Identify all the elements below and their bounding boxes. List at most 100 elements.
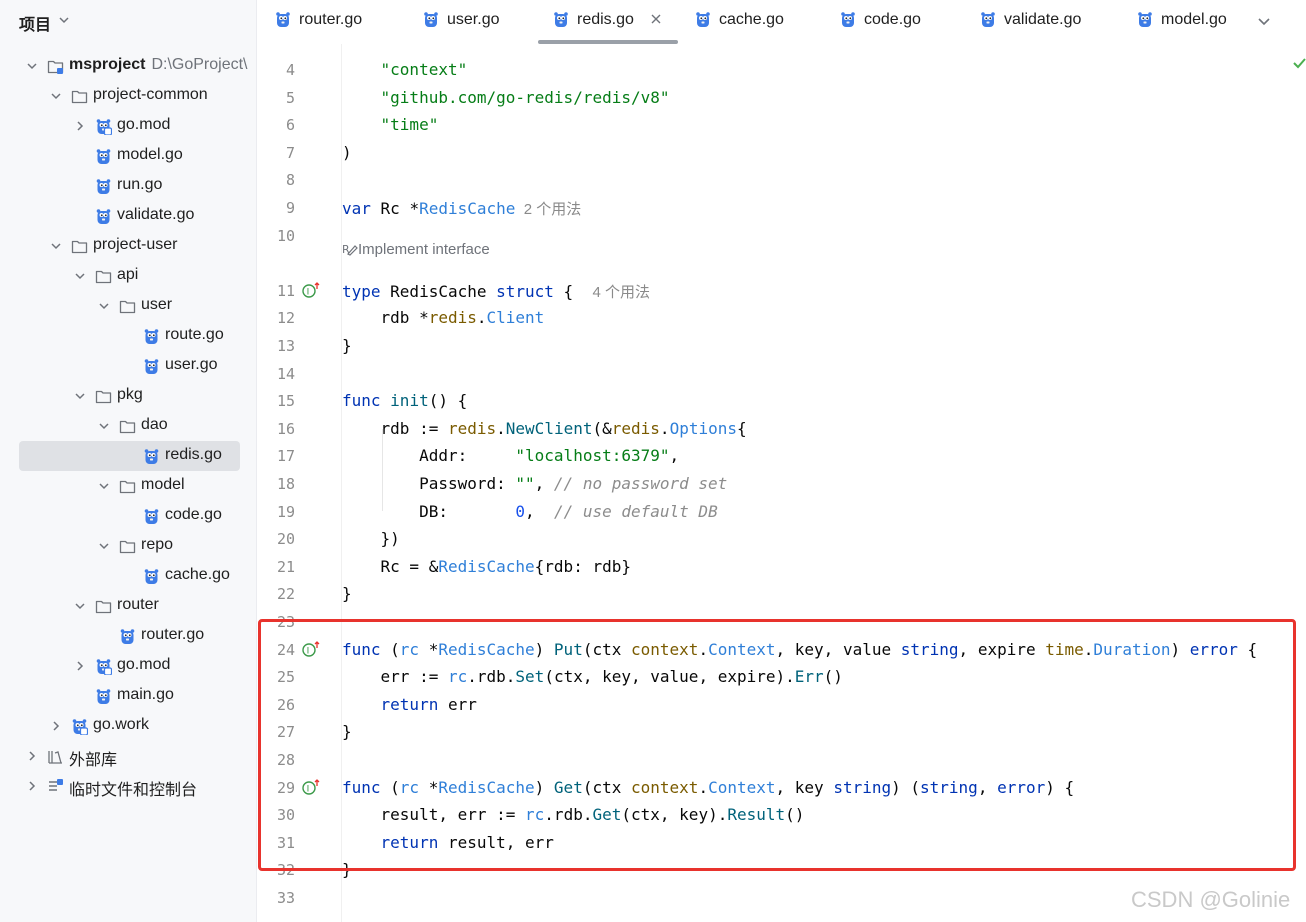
code-token: .	[476, 308, 487, 328]
chevron-down-icon[interactable]	[72, 598, 88, 614]
line-number: 6	[285, 116, 295, 135]
tree-item-label: code.go	[165, 506, 222, 524]
chevron-down-icon[interactable]	[96, 478, 112, 494]
usage-hint[interactable]: 2 个用法	[515, 201, 582, 218]
tab-label: validate.go	[1004, 11, 1082, 28]
code-line: type RedisCache struct { 4 个用法	[342, 281, 650, 302]
chevron-right-icon[interactable]	[24, 778, 40, 794]
chevron-right-icon[interactable]	[72, 658, 88, 674]
chevron-right-icon[interactable]	[72, 118, 88, 134]
close-icon[interactable]	[649, 12, 663, 26]
check-icon	[1293, 58, 1306, 69]
tree-item-label: redis.go	[165, 446, 222, 464]
gowork-file-icon	[72, 719, 88, 735]
code-token: 0	[515, 501, 526, 521]
tree-item[interactable]: go.mod	[0, 111, 256, 141]
tree-item[interactable]: user	[0, 291, 256, 321]
tree-item[interactable]: user.go	[0, 351, 256, 381]
tree-item[interactable]: project-common	[0, 81, 256, 111]
chevron-down-icon[interactable]	[24, 58, 40, 74]
code-token: )	[342, 142, 352, 162]
tree-item-text: code.go	[165, 506, 222, 523]
tree-item[interactable]: code.go	[0, 501, 256, 531]
code-token: "localhost:6379"	[515, 446, 670, 466]
chevron-down-icon[interactable]	[72, 388, 88, 404]
tree-item-label: model.go	[117, 146, 183, 164]
code-line: }	[342, 336, 352, 355]
tree-item-label: go.mod	[117, 116, 170, 134]
tree-item[interactable]: go.mod	[0, 651, 256, 681]
tree-item[interactable]: validate.go	[0, 201, 256, 231]
tree-item[interactable]: msproject D:\GoProject\	[0, 51, 256, 81]
code-token: Addr:	[342, 446, 516, 466]
tree-item[interactable]: project-user	[0, 231, 256, 261]
tree-item[interactable]: model	[0, 471, 256, 501]
go-file-icon	[96, 689, 111, 704]
chevron-right-icon[interactable]	[48, 718, 64, 734]
tree-item[interactable]: redis.go	[0, 441, 256, 471]
chevron-down-icon[interactable]	[72, 268, 88, 284]
tree-item-label: repo	[141, 536, 173, 554]
tree-item[interactable]: run.go	[0, 171, 256, 201]
project-panel-header[interactable]: 项目	[0, 0, 256, 42]
implement-icon: R	[342, 243, 358, 256]
code-token: {rdb: rdb}	[534, 556, 631, 576]
tree-item-text: run.go	[117, 176, 163, 193]
tree-item-label: route.go	[165, 326, 224, 344]
tree-item[interactable]: 外部库	[0, 741, 256, 771]
code-token: (&	[592, 418, 612, 438]
scratches-icon	[49, 779, 63, 791]
tree-item[interactable]: api	[0, 261, 256, 291]
code-token: RedisCache	[380, 281, 497, 301]
chevron-right-icon[interactable]	[24, 748, 40, 764]
line-number: 16	[276, 419, 295, 438]
tree-item-text: dao	[141, 416, 168, 433]
tree-item[interactable]: 临时文件和控制台	[0, 771, 256, 801]
tree-item[interactable]: main.go	[0, 681, 256, 711]
line-number: 9	[285, 199, 295, 217]
tree-item[interactable]: go.work	[0, 711, 256, 741]
go-file-icon	[144, 359, 159, 374]
code-line: }	[342, 584, 352, 603]
code-line: })	[342, 529, 400, 548]
folder-icon	[95, 390, 112, 404]
chevron-down-icon[interactable]	[96, 298, 112, 314]
tree-item-text: validate.go	[117, 206, 195, 223]
tree-item-text: repo	[141, 536, 174, 553]
code-token: redis	[428, 308, 477, 328]
line-number: 21	[276, 557, 295, 576]
code-line: )	[342, 143, 352, 162]
tree-item[interactable]: repo	[0, 531, 256, 561]
line-number: 33	[276, 889, 295, 907]
code-token: type	[342, 281, 381, 301]
line-number: 7	[285, 143, 295, 162]
chevron-down-icon[interactable]	[57, 13, 71, 27]
go-file-icon	[120, 629, 135, 644]
tree-item[interactable]: model.go	[0, 141, 256, 171]
code-token: func	[342, 391, 381, 411]
chevron-down-icon[interactable]	[96, 418, 112, 434]
go-file-icon	[144, 329, 159, 344]
tree-item[interactable]: router.go	[0, 621, 256, 651]
implemented-marker-icon[interactable]: I	[302, 281, 320, 298]
code-token: ""	[515, 474, 535, 493]
code-line: var Rc *RedisCache 2 个用法	[342, 198, 581, 219]
code-token: Rc *	[370, 199, 420, 218]
tree-item[interactable]: dao	[0, 411, 256, 441]
usage-hint[interactable]: 4 个用法	[592, 284, 650, 301]
tree-item-text: project-common	[93, 86, 208, 103]
chevron-down-icon[interactable]	[48, 88, 64, 104]
chevron-down-icon[interactable]	[48, 238, 64, 254]
library-icon	[48, 751, 62, 764]
tree-item[interactable]: route.go	[0, 321, 256, 351]
tree-item[interactable]: pkg	[0, 381, 256, 411]
line-number: 12	[276, 309, 295, 328]
chevron-down-icon[interactable]	[96, 538, 112, 554]
tree-item[interactable]: router	[0, 591, 256, 621]
chevron-down-icon[interactable]	[1256, 13, 1272, 29]
tree-item-label: go.mod	[117, 656, 170, 674]
code-line: func init() {	[342, 391, 467, 410]
implement-interface-hint[interactable]: R Implement interface	[342, 241, 490, 258]
line-number: 10	[276, 226, 295, 245]
tree-item[interactable]: cache.go	[0, 561, 256, 591]
